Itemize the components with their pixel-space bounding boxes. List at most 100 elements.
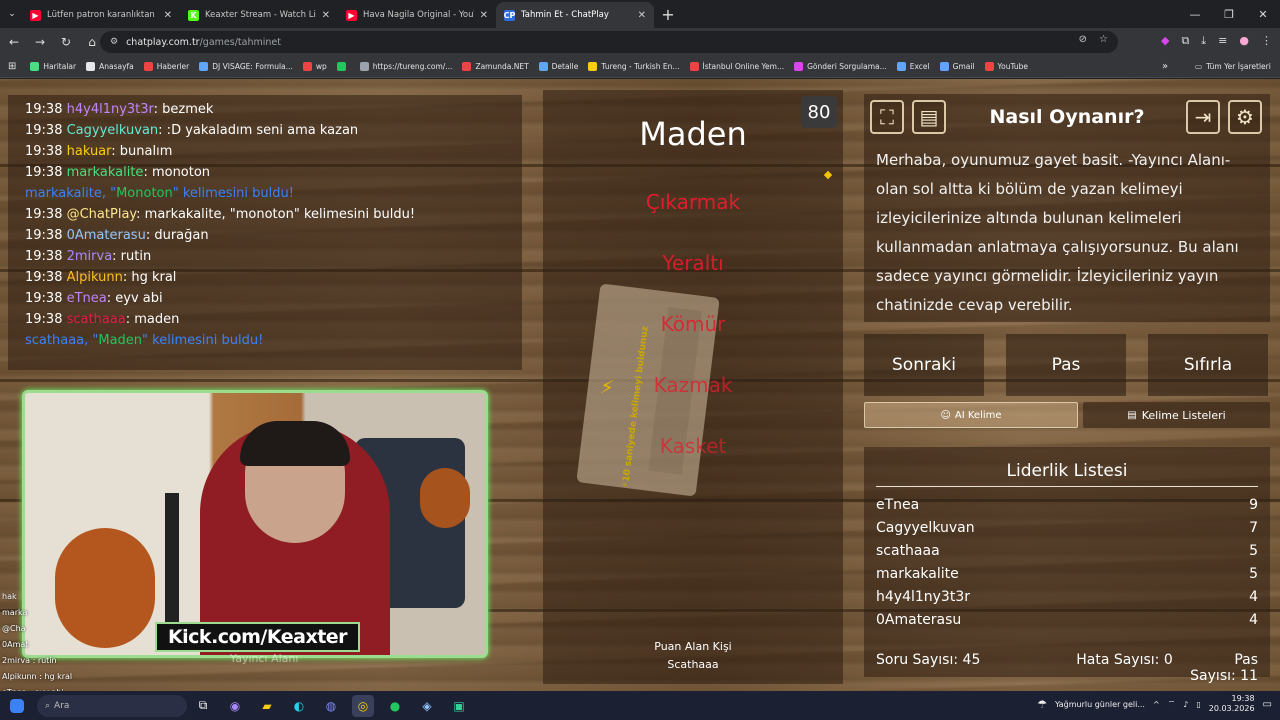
edge-icon[interactable]: ◐ — [288, 695, 310, 717]
bookmark-label: YouTube — [997, 62, 1029, 71]
chat-user: markakalite — [66, 165, 144, 180]
bookmark-item[interactable]: Anasayfa — [86, 62, 134, 71]
close-window-icon[interactable]: ✕ — [1246, 0, 1280, 28]
bookmark-label: Haritalar — [43, 62, 77, 71]
bookmark-label: İstanbul Online Yem... — [702, 62, 785, 71]
maximize-icon[interactable]: ❐ — [1212, 0, 1246, 28]
battery-icon[interactable]: ▯ — [1196, 700, 1200, 709]
spotify-icon[interactable]: ● — [384, 695, 406, 717]
clock[interactable]: 19:38 20.03.2026 — [1209, 694, 1255, 714]
tab-close-icon[interactable]: ✕ — [480, 10, 488, 21]
questions-stat: Soru Sayısı: 45 — [876, 652, 1016, 684]
bookmark-item[interactable]: Excel — [896, 62, 930, 71]
task-view-icon[interactable]: ⧉ — [192, 695, 214, 717]
steam-icon[interactable]: ◈ — [416, 695, 438, 717]
bookmark-favicon-icon — [359, 62, 369, 71]
start-icon[interactable] — [10, 698, 24, 713]
chat-message: 19:38 Cagyyelkuvan: :D yakaladım seni am… — [25, 120, 512, 141]
chat-message: 19:38 2mirva: rutin — [25, 246, 512, 267]
chat-time: 19:38 — [25, 102, 63, 117]
puzzle-icon[interactable]: ⧉ — [1181, 34, 1189, 48]
tray-chevron-icon[interactable]: ^ — [1153, 700, 1160, 709]
browser-tab[interactable]: ▶ Hava Nagila Original - YouTube ✕ — [338, 2, 496, 28]
bookmark-star-icon[interactable]: ☆ — [1099, 34, 1108, 45]
bookmark-item[interactable]: https://tureng.com/... — [359, 62, 452, 71]
browser-tab[interactable]: K Keaxter Stream - Watch Live on ✕ — [180, 2, 338, 28]
bookmark-item[interactable]: Detalle — [538, 62, 578, 71]
notification-icon[interactable]: ▭ — [1263, 699, 1272, 710]
bookmark-item[interactable]: İstanbul Online Yem... — [689, 62, 785, 71]
profile-icon[interactable]: ● — [1239, 34, 1249, 48]
points-info: Puan Alan Kişi Scathaaa — [543, 638, 843, 674]
reload-icon[interactable]: ↻ — [54, 30, 78, 54]
found-word: Maden — [98, 333, 143, 348]
all-bookmarks[interactable]: ▭ Tüm Yer İşaretleri — [1195, 62, 1271, 71]
mini-chat-line: marka — [2, 608, 28, 617]
site-info-icon[interactable]: ⚙ — [110, 37, 118, 47]
pass-button[interactable]: Pas — [1006, 334, 1126, 396]
playlist-icon[interactable]: ≡ — [1218, 34, 1227, 48]
file-explorer-icon[interactable]: ▰ — [256, 695, 278, 717]
next-button[interactable]: Sonraki — [864, 334, 984, 396]
bookmark-item[interactable]: YouTube — [984, 62, 1029, 71]
chat-time: 19:38 — [25, 207, 63, 222]
back-icon[interactable]: ← — [2, 30, 26, 54]
bookmark-item[interactable] — [336, 62, 350, 71]
word-lists-button[interactable]: ▤ Kelime Listeleri — [1083, 402, 1270, 428]
bookmark-item[interactable]: wp — [302, 62, 327, 71]
copilot-icon[interactable]: ◉ — [224, 695, 246, 717]
bookmark-item[interactable]: Gönderi Sorgulama... — [794, 62, 887, 71]
settings-gear-icon[interactable]: ⚙ — [1228, 100, 1262, 134]
bookmark-item[interactable]: Haberler — [143, 62, 189, 71]
download-icon[interactable]: ⤓ — [1201, 34, 1206, 48]
search-box[interactable]: ⌕ Ara — [37, 694, 187, 717]
ai-word-button[interactable]: ☺ AI Kelime — [864, 402, 1078, 428]
points-user: Scathaaa — [667, 658, 719, 671]
menu-icon[interactable]: ⋮ — [1261, 34, 1272, 48]
other-app-icon[interactable]: ▣ — [448, 695, 470, 717]
tab-close-icon[interactable]: ✕ — [322, 10, 330, 21]
bookmark-item[interactable]: Zamunda.NET — [462, 62, 529, 71]
new-tab-button[interactable]: + — [658, 4, 678, 24]
bookmarks-more[interactable]: » — [1162, 61, 1168, 72]
tab-bar: ⌄ ▶ Lütfen patron karanlıktan korkut ✕ K Kea… — [0, 0, 1280, 28]
bookmark-favicon-icon — [939, 62, 949, 71]
chrome-icon[interactable]: ◎ — [352, 694, 374, 717]
leader-name: markakalite — [876, 566, 959, 582]
bookmark-favicon-icon — [336, 62, 346, 71]
chat-time: 19:38 — [25, 270, 63, 285]
tab-search-icon[interactable]: ⌄ — [2, 2, 22, 26]
url-host: chatplay.com.tr — [126, 36, 200, 48]
chat-text: : markakalite, "monoton" kelimesini buld… — [136, 207, 416, 222]
minimize-icon[interactable]: — — [1178, 0, 1212, 28]
found-word: Monoton — [116, 186, 173, 201]
mini-chat-line: Alpikunn : hg kral — [2, 672, 73, 681]
weather-text[interactable]: Yağmurlu günler geli... — [1055, 700, 1145, 709]
tab-close-icon[interactable]: ✕ — [164, 10, 172, 21]
tab-title: Lütfen patron karanlıktan korkut — [47, 10, 158, 20]
tab-favicon-icon: CP — [503, 9, 516, 21]
forward-icon[interactable]: → — [28, 30, 52, 54]
chat-text: : eyv abi — [106, 291, 163, 306]
bookmark-item[interactable]: Gmail — [939, 62, 975, 71]
bookmark-favicon-icon — [143, 62, 153, 71]
eye-off-icon[interactable]: ⊘ — [1079, 34, 1087, 45]
bookmark-item[interactable]: Haritalar — [30, 62, 76, 71]
volume-icon[interactable]: ♪ — [1183, 700, 1188, 709]
logout-icon[interactable]: ⇥ — [1186, 100, 1220, 134]
extension-icon[interactable]: ◆ — [1161, 34, 1169, 48]
tab-close-icon[interactable]: ✕ — [638, 10, 646, 21]
webcam-plush-toy — [420, 468, 470, 528]
apps-icon[interactable]: ⊞ — [8, 61, 16, 72]
browser-tab[interactable]: ▶ Lütfen patron karanlıktan korkut ✕ — [22, 2, 180, 28]
network-icon[interactable]: ⌔ — [1168, 699, 1176, 709]
reset-button[interactable]: Sıfırla — [1148, 334, 1268, 396]
chat-text: : rutin — [112, 249, 152, 264]
url-field[interactable]: ⚙ chatplay.com.tr/games/tahminet ⊘ ☆ — [100, 31, 1118, 53]
streamer-area-caption: Yayıncı Alanı — [230, 652, 299, 665]
bookmark-item[interactable]: DJ VISAGE: Formula... — [199, 62, 293, 71]
bookmark-item[interactable]: Tureng - Turkish En... — [588, 62, 680, 71]
robot-icon: ☺ — [940, 409, 951, 421]
discord-icon[interactable]: ◍ — [320, 695, 342, 717]
browser-tab[interactable]: CP Tahmin Et - ChatPlay ✕ — [496, 2, 654, 28]
